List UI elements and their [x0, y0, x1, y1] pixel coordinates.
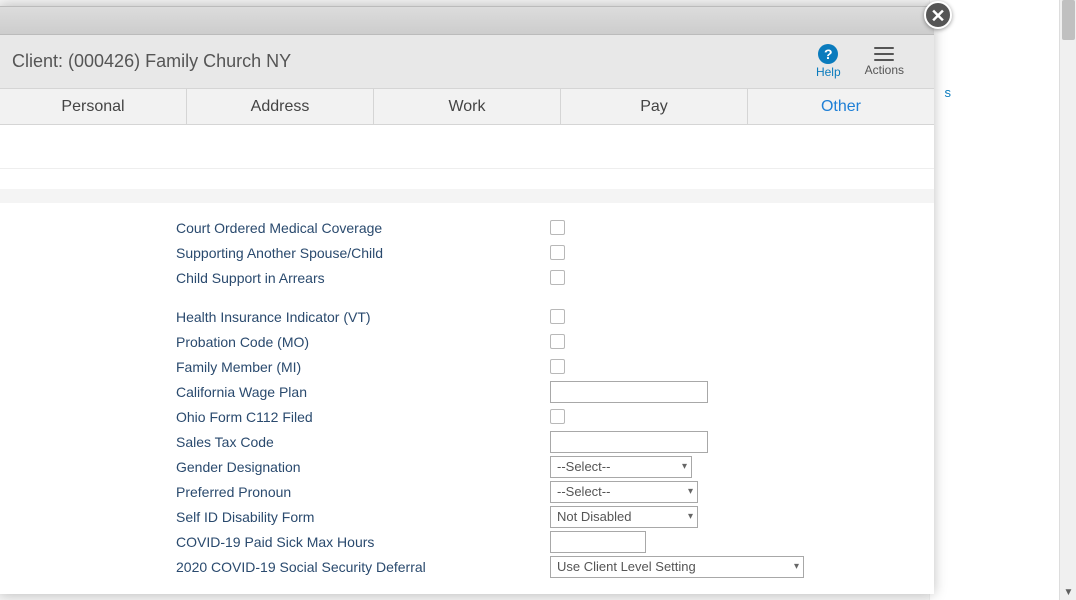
select-pronoun-value: --Select-- [557, 484, 610, 499]
input-covid-sick[interactable] [550, 531, 646, 553]
checkbox-court-ordered[interactable] [550, 220, 565, 235]
hamburger-icon [874, 47, 894, 61]
checkbox-family-member[interactable] [550, 359, 565, 374]
page-scrollbar[interactable]: ▲ ▼ [1059, 0, 1076, 600]
tab-bar: Personal Address Work Pay Other [0, 89, 934, 125]
actions-highlight [852, 30, 916, 94]
checkbox-supporting[interactable] [550, 245, 565, 260]
label-disability: Self ID Disability Form [176, 509, 550, 525]
label-gender: Gender Designation [176, 459, 550, 475]
help-label: Help [816, 65, 841, 79]
select-gender-value: --Select-- [557, 459, 610, 474]
modal-header: Client: (000426) Family Church NY ? Help… [0, 35, 934, 89]
label-child-support: Child Support in Arrears [176, 270, 550, 286]
content-gap [0, 189, 934, 203]
label-sales-tax: Sales Tax Code [176, 434, 550, 450]
tab-pay[interactable]: Pay [561, 89, 748, 124]
label-court-ordered: Court Ordered Medical Coverage [176, 220, 550, 236]
label-ohio-c112: Ohio Form C112 Filed [176, 409, 550, 425]
select-covid-deferral[interactable]: Use Client Level Setting ▾ [550, 556, 804, 578]
label-pronoun: Preferred Pronoun [176, 484, 550, 500]
label-health-ins: Health Insurance Indicator (VT) [176, 309, 550, 325]
help-icon: ? [818, 44, 838, 64]
label-family-member: Family Member (MI) [176, 359, 550, 375]
chevron-down-icon: ▾ [682, 461, 687, 472]
employee-modal: ✕ Client: (000426) Family Church NY ? He… [0, 6, 934, 594]
actions-label: Actions [865, 63, 904, 77]
bg-partial-text: s [945, 85, 952, 100]
scroll-thumb[interactable] [1062, 0, 1075, 40]
tab-work[interactable]: Work [374, 89, 561, 124]
help-button[interactable]: ? Help [816, 44, 841, 79]
sub-bar [0, 125, 934, 169]
checkbox-child-support[interactable] [550, 270, 565, 285]
chevron-down-icon: ▾ [688, 486, 693, 497]
tab-other[interactable]: Other [748, 89, 934, 124]
actions-button[interactable]: Actions [865, 47, 904, 77]
input-ca-wage[interactable] [550, 381, 708, 403]
scroll-down-arrow[interactable]: ▼ [1063, 587, 1074, 598]
chevron-down-icon: ▾ [794, 561, 799, 572]
client-title: Client: (000426) Family Church NY [12, 51, 291, 72]
select-covid-deferral-value: Use Client Level Setting [557, 559, 696, 574]
chevron-down-icon: ▾ [688, 511, 693, 522]
label-covid-sick: COVID-19 Paid Sick Max Hours [176, 534, 550, 550]
select-disability[interactable]: Not Disabled ▾ [550, 506, 698, 528]
label-probation: Probation Code (MO) [176, 334, 550, 350]
checkbox-ohio-c112[interactable] [550, 409, 565, 424]
select-disability-value: Not Disabled [557, 509, 631, 524]
label-ca-wage: California Wage Plan [176, 384, 550, 400]
select-gender[interactable]: --Select-- ▾ [550, 456, 692, 478]
tab-address[interactable]: Address [187, 89, 374, 124]
checkbox-probation[interactable] [550, 334, 565, 349]
select-pronoun[interactable]: --Select-- ▾ [550, 481, 698, 503]
form-content: Court Ordered Medical Coverage Supportin… [0, 169, 934, 594]
label-supporting: Supporting Another Spouse/Child [176, 245, 550, 261]
close-icon[interactable]: ✕ [924, 1, 952, 29]
label-covid-deferral: 2020 COVID-19 Social Security Deferral [176, 559, 550, 575]
tab-personal[interactable]: Personal [0, 89, 187, 124]
modal-titlebar [0, 7, 934, 35]
input-sales-tax[interactable] [550, 431, 708, 453]
checkbox-health-ins[interactable] [550, 309, 565, 324]
